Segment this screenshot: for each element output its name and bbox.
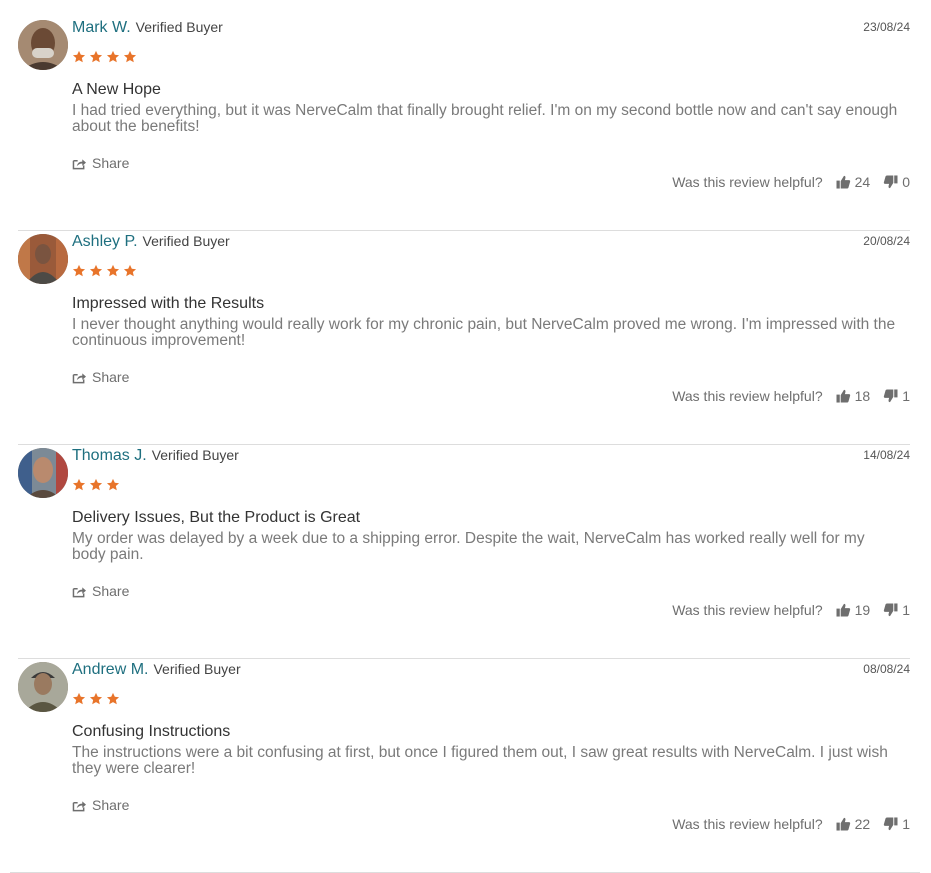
thumbs-up-icon [836, 817, 850, 831]
share-icon [72, 586, 86, 597]
verified-buyer-badge: Verified Buyer [135, 19, 223, 35]
helpful-section: Was this review helpful? 19 1 [672, 602, 910, 618]
review-card: Andrew M. Verified Buyer 08/08/24 Confusi… [10, 659, 920, 873]
reviewer-name: Ashley P. Verified Buyer [72, 233, 230, 251]
helpful-prompt: Was this review helpful? [672, 816, 823, 832]
helpful-prompt: Was this review helpful? [672, 174, 823, 190]
review-date: 08/08/24 [863, 662, 910, 676]
star-icon [72, 50, 86, 63]
review-body: I never thought anything would really wo… [72, 316, 896, 349]
thumbs-up-button[interactable]: 24 [836, 174, 871, 190]
thumbs-down-button[interactable]: 0 [883, 174, 910, 190]
helpful-section: Was this review helpful? 22 1 [672, 816, 910, 832]
reviewer-avatar [18, 448, 68, 498]
star-icon [72, 478, 86, 491]
helpful-up-count: 19 [854, 602, 871, 618]
star-icon [106, 50, 120, 63]
review-card: Thomas J. Verified Buyer 14/08/24 Deliver… [18, 445, 910, 659]
review-date: 20/08/24 [863, 234, 910, 248]
reviewer-name: Andrew M. Verified Buyer [72, 661, 241, 679]
helpful-down-count: 1 [902, 388, 910, 404]
share-button[interactable]: Share [72, 155, 129, 171]
thumbs-down-button[interactable]: 1 [883, 602, 910, 618]
review-card: Mark W. Verified Buyer 23/08/24 A New Hop… [18, 17, 910, 231]
star-rating [72, 692, 120, 706]
review-card: Ashley P. Verified Buyer 20/08/24 Impress… [18, 231, 910, 445]
reviewer-name-text: Andrew M. [72, 661, 149, 678]
star-rating [72, 264, 137, 278]
review-title: Delivery Issues, But the Product is Grea… [72, 509, 361, 526]
thumbs-down-icon [884, 389, 898, 403]
helpful-down-count: 1 [902, 602, 910, 618]
star-rating [72, 478, 120, 492]
share-icon [72, 372, 86, 383]
reviewer-avatar [18, 234, 68, 284]
thumbs-up-button[interactable]: 19 [836, 602, 871, 618]
helpful-down-count: 1 [902, 816, 910, 832]
helpful-prompt: Was this review helpful? [672, 388, 823, 404]
star-icon [106, 264, 120, 277]
reviewer-avatar [18, 20, 68, 70]
thumbs-down-icon [884, 817, 898, 831]
star-icon [106, 478, 120, 491]
star-icon [89, 50, 103, 63]
thumbs-up-icon [836, 175, 850, 189]
share-label: Share [92, 369, 130, 385]
thumbs-down-icon [884, 603, 898, 617]
review-title: Impressed with the Results [72, 295, 265, 312]
star-icon [106, 692, 120, 705]
verified-buyer-badge: Verified Buyer [142, 233, 230, 249]
share-button[interactable]: Share [72, 797, 129, 813]
review-body: My order was delayed by a week due to a … [72, 530, 865, 563]
reviewer-name: Mark W. Verified Buyer [72, 19, 223, 37]
helpful-section: Was this review helpful? 24 0 [672, 174, 910, 190]
helpful-section: Was this review helpful? 18 1 [672, 388, 910, 404]
star-icon [123, 264, 137, 277]
helpful-up-count: 18 [854, 388, 871, 404]
share-label: Share [92, 583, 130, 599]
star-icon [89, 264, 103, 277]
helpful-up-count: 24 [854, 174, 871, 190]
helpful-up-count: 22 [854, 816, 871, 832]
verified-buyer-badge: Verified Buyer [153, 661, 241, 677]
thumbs-down-button[interactable]: 1 [883, 388, 910, 404]
thumbs-up-button[interactable]: 22 [836, 816, 871, 832]
thumbs-up-icon [836, 389, 850, 403]
review-body: The instructions were a bit confusing at… [72, 744, 888, 777]
verified-buyer-badge: Verified Buyer [151, 447, 239, 463]
share-icon [72, 158, 86, 169]
thumbs-down-icon [884, 175, 898, 189]
share-label: Share [92, 797, 130, 813]
review-body: I had tried everything, but it was Nerve… [72, 102, 898, 135]
share-icon [72, 800, 86, 811]
reviewer-name-text: Mark W. [72, 19, 131, 36]
thumbs-up-button[interactable]: 18 [836, 388, 871, 404]
reviewer-name: Thomas J. Verified Buyer [72, 447, 239, 465]
star-icon [72, 692, 86, 705]
review-date: 14/08/24 [863, 448, 910, 462]
star-icon [89, 692, 103, 705]
thumbs-up-icon [836, 603, 850, 617]
review-title: A New Hope [72, 81, 161, 98]
star-icon [123, 50, 137, 63]
review-title: Confusing Instructions [72, 723, 231, 740]
reviewer-name-text: Thomas J. [72, 447, 147, 464]
share-button[interactable]: Share [72, 369, 129, 385]
thumbs-down-button[interactable]: 1 [883, 816, 910, 832]
share-label: Share [92, 155, 130, 171]
reviewer-name-text: Ashley P. [72, 233, 138, 250]
review-date: 23/08/24 [863, 20, 910, 34]
reviewer-avatar [18, 662, 68, 712]
share-button[interactable]: Share [72, 583, 129, 599]
star-rating [72, 50, 137, 64]
helpful-down-count: 0 [902, 174, 910, 190]
star-icon [72, 264, 86, 277]
helpful-prompt: Was this review helpful? [672, 602, 823, 618]
star-icon [89, 478, 103, 491]
